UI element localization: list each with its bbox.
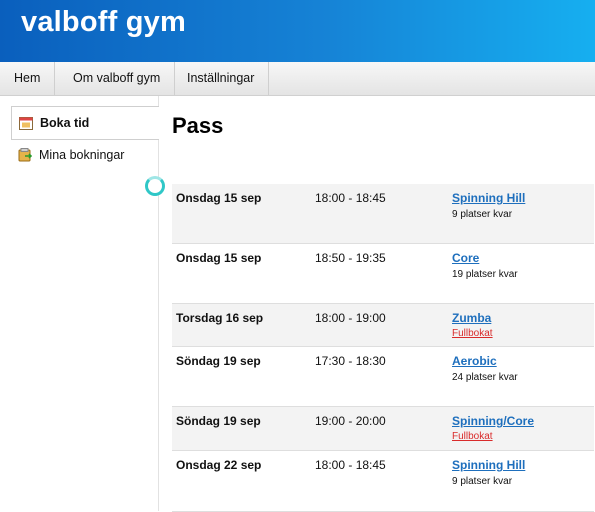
session-time: 18:50 - 19:35 — [315, 251, 386, 265]
session-day: Torsdag 16 sep — [176, 311, 264, 325]
session-time: 18:00 - 19:00 — [315, 311, 386, 325]
table-row: Onsdag 22 sep 18:00 - 18:45 Spinning Hil… — [172, 451, 594, 512]
session-status: 19 platser kvar — [452, 269, 518, 280]
session-class-link[interactable]: Spinning/Core — [452, 414, 534, 428]
sidebar: Boka tid Mina bokningar — [0, 96, 159, 511]
session-class-link[interactable]: Spinning Hill — [452, 458, 525, 472]
session-status: 24 platser kvar — [452, 372, 518, 383]
session-day: Söndag 19 sep — [176, 414, 261, 428]
session-day: Söndag 19 sep — [176, 354, 261, 368]
bookings-icon — [18, 148, 32, 162]
session-time: 19:00 - 20:00 — [315, 414, 386, 428]
sidebar-item-mina-bokningar[interactable]: Mina bokningar — [11, 139, 158, 171]
loading-spinner-icon — [145, 176, 165, 196]
session-list: Onsdag 15 sep 18:00 - 18:45 Spinning Hil… — [172, 184, 594, 512]
sidebar-item-label: Boka tid — [40, 116, 90, 130]
site-title: valboff gym — [21, 6, 186, 38]
session-status-full-link[interactable]: Fullbokat — [452, 431, 493, 442]
page-title: Pass — [172, 113, 224, 138]
session-status: 9 platser kvar — [452, 209, 513, 220]
session-day: Onsdag 15 sep — [176, 251, 262, 265]
session-class-link[interactable]: Aerobic — [452, 354, 497, 368]
nav-item-om[interactable]: Om valboff gym — [59, 62, 176, 95]
session-time: 18:00 - 18:45 — [315, 458, 386, 472]
session-class-link[interactable]: Spinning Hill — [452, 191, 525, 205]
session-class-link[interactable]: Core — [452, 251, 479, 265]
sidebar-item-boka-tid[interactable]: Boka tid — [11, 106, 159, 140]
top-nav: Hem Om valboff gym Inställningar — [0, 62, 595, 96]
table-row: Söndag 19 sep 17:30 - 18:30 Aerobic 24 p… — [172, 347, 594, 407]
session-time: 17:30 - 18:30 — [315, 354, 386, 368]
table-row: Torsdag 16 sep 18:00 - 19:00 Zumba Fullb… — [172, 304, 594, 347]
session-day: Onsdag 15 sep — [176, 191, 262, 205]
table-row: Onsdag 15 sep 18:50 - 19:35 Core 19 plat… — [172, 244, 594, 304]
table-row: Söndag 19 sep 19:00 - 20:00 Spinning/Cor… — [172, 407, 594, 451]
session-day: Onsdag 22 sep — [176, 458, 262, 472]
nav-item-installningar[interactable]: Inställningar — [173, 62, 270, 95]
header-banner: valboff gym — [0, 0, 595, 62]
sidebar-item-label: Mina bokningar — [39, 148, 125, 162]
session-time: 18:00 - 18:45 — [315, 191, 386, 205]
table-row: Onsdag 15 sep 18:00 - 18:45 Spinning Hil… — [172, 184, 594, 244]
session-status-full-link[interactable]: Fullbokat — [452, 328, 493, 339]
calendar-icon — [19, 117, 33, 130]
session-class-link[interactable]: Zumba — [452, 311, 491, 325]
nav-item-hem[interactable]: Hem — [0, 62, 56, 95]
session-status: 9 platser kvar — [452, 476, 513, 487]
